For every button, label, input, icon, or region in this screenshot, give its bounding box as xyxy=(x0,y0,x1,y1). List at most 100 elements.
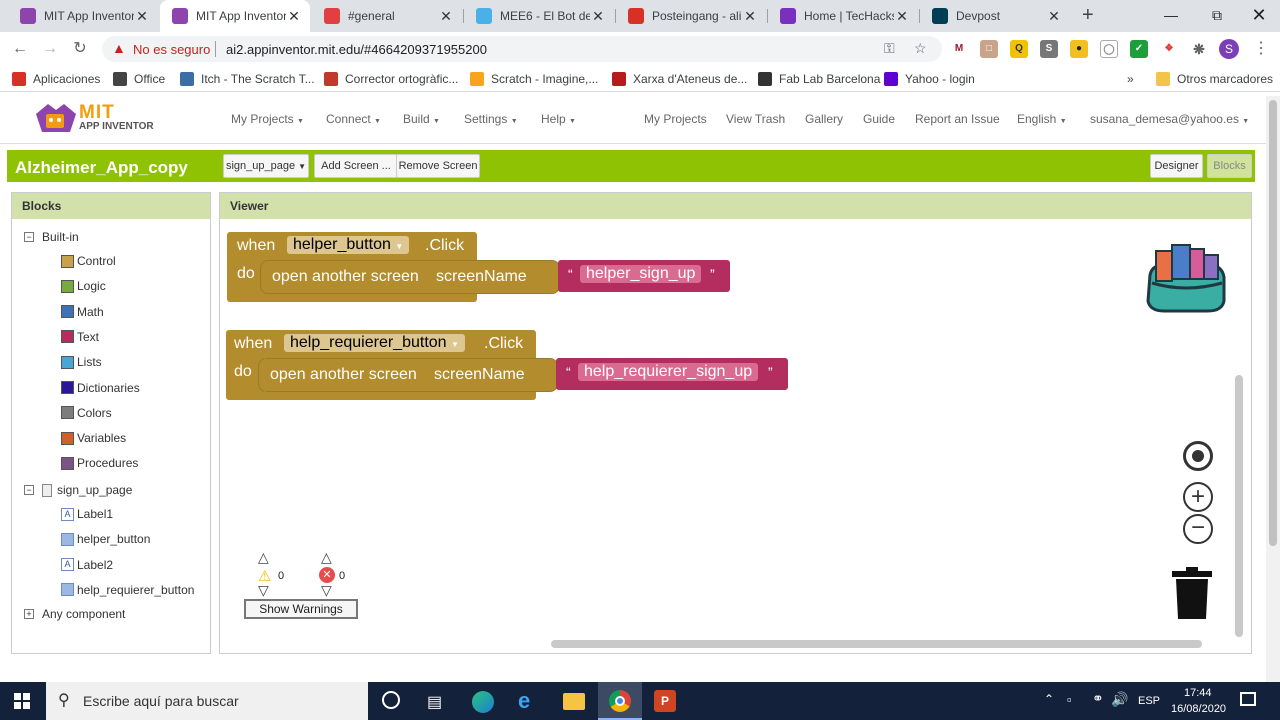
edge-icon[interactable] xyxy=(472,691,494,713)
component-dropdown[interactable]: help_requierer_button ▼ xyxy=(284,334,465,352)
component-label2[interactable]: A Label2 xyxy=(61,558,113,572)
checkmark-icon[interactable]: ✓ xyxy=(1130,40,1148,58)
forward-button[interactable]: → xyxy=(38,38,62,60)
nav-link-2[interactable]: Gallery xyxy=(805,112,843,126)
norton-icon[interactable]: ● xyxy=(1070,40,1088,58)
errors-down-arrow[interactable]: ▽ xyxy=(321,582,332,599)
browser-tab[interactable]: MEE6 - El Bot de D✕ xyxy=(464,0,614,32)
menu-help[interactable]: Help ▼ xyxy=(541,112,576,126)
other-bookmarks-folder[interactable]: Otros marcadores xyxy=(1156,71,1273,87)
recenter-icon[interactable] xyxy=(1183,441,1213,471)
horizontal-scrollbar[interactable] xyxy=(551,640,1202,648)
bookmark-item[interactable]: Xarxa d'Ateneus de... xyxy=(612,71,747,87)
close-tab-icon[interactable]: ✕ xyxy=(590,8,606,25)
remove-screen-button[interactable]: Remove Screen xyxy=(396,154,480,178)
network-icon[interactable]: ▫ xyxy=(1067,692,1072,707)
browser-tab[interactable]: MIT App Inventor ✕ xyxy=(160,0,310,32)
builtin-dictionaries[interactable]: Dictionaries xyxy=(61,381,140,395)
toggle-icon[interactable]: ❖ xyxy=(1160,40,1178,58)
nav-link-0[interactable]: My Projects xyxy=(644,112,707,126)
powerpoint-icon[interactable]: P xyxy=(654,690,676,712)
address-bar[interactable]: ▲ No es seguro ai2.appinventor.mit.edu/#… xyxy=(102,36,942,62)
browser-tab[interactable]: Posteingang - alin ✕ xyxy=(616,0,766,32)
show-warnings-button[interactable]: Show Warnings xyxy=(244,599,358,619)
profile-avatar[interactable]: S xyxy=(1219,39,1239,59)
designer-button[interactable]: Designer xyxy=(1150,154,1203,178)
security-label[interactable]: No es seguro xyxy=(133,42,210,57)
menu-my-projects[interactable]: My Projects ▼ xyxy=(231,112,304,126)
zoom-out-icon[interactable]: − xyxy=(1183,514,1213,544)
bookmark-item[interactable]: Fab Lab Barcelona xyxy=(758,71,880,87)
builtin-text[interactable]: Text xyxy=(61,330,99,344)
any-component-tree-node[interactable]: + Any component xyxy=(24,607,125,621)
file-explorer-icon[interactable] xyxy=(563,693,585,710)
component-label1[interactable]: A Label1 xyxy=(61,507,113,521)
extensions-icon[interactable]: ❋ xyxy=(1190,40,1208,58)
back-button[interactable]: ← xyxy=(8,38,32,60)
zoom-in-icon[interactable]: + xyxy=(1183,482,1213,512)
open-screen-block[interactable]: open another screen screenName xyxy=(260,260,560,294)
errors-up-arrow[interactable]: △ xyxy=(321,549,332,566)
page-scroll-thumb[interactable] xyxy=(1269,100,1277,546)
warnings-down-arrow[interactable]: ▽ xyxy=(258,582,269,599)
component-dropdown[interactable]: helper_button ▼ xyxy=(287,236,410,254)
nav-link-6[interactable]: susana_demesa@yahoo.es ▼ xyxy=(1090,112,1249,126)
more-bookmarks-button[interactable]: » xyxy=(1127,71,1134,87)
expand-icon[interactable]: + xyxy=(24,609,34,619)
bookmark-item[interactable]: Aplicaciones xyxy=(12,71,100,87)
string-value[interactable]: helper_sign_up xyxy=(580,265,702,283)
nav-link-1[interactable]: View Trash xyxy=(726,112,785,126)
close-tab-icon[interactable]: ✕ xyxy=(894,8,910,25)
bookmark-item[interactable]: Office xyxy=(113,71,165,87)
builtin-math[interactable]: Math xyxy=(61,305,104,319)
screen-tree-node[interactable]: − sign_up_page xyxy=(24,483,132,497)
ie-icon[interactable]: e xyxy=(518,688,530,714)
notifications-icon[interactable] xyxy=(1240,692,1256,706)
close-tab-icon[interactable]: ✕ xyxy=(134,8,150,25)
browser-tab[interactable]: Home | TecHacks ✕ xyxy=(768,0,918,32)
widgets-icon[interactable]: ▤ xyxy=(427,692,442,712)
browser-menu-icon[interactable]: ⋮ xyxy=(1253,38,1269,58)
taskbar-search-box[interactable]: ⚲ Escribe aquí para buscar xyxy=(46,682,368,720)
menu-settings[interactable]: Settings ▼ xyxy=(464,112,518,126)
bookmark-item[interactable]: Scratch - Imagine,... xyxy=(470,71,598,87)
component-help_requierer_button[interactable]: help_requierer_button xyxy=(61,583,194,597)
menu-build[interactable]: Build ▼ xyxy=(403,112,440,126)
warnings-up-arrow[interactable]: △ xyxy=(258,549,269,566)
volume-icon[interactable]: 🔊 xyxy=(1111,691,1128,708)
string-value[interactable]: help_requierer_sign_up xyxy=(578,363,759,381)
trash-icon[interactable] xyxy=(1170,567,1214,621)
url-text[interactable]: ai2.appinventor.mit.edu/#466420937195520… xyxy=(226,42,487,57)
close-tab-icon[interactable]: ✕ xyxy=(438,8,454,25)
wifi-icon[interactable]: ⚭ xyxy=(1092,690,1104,707)
close-tab-icon[interactable]: ✕ xyxy=(286,8,302,25)
show-hidden-icons[interactable]: ⌃ xyxy=(1044,692,1054,706)
clock-time[interactable]: 17:44 xyxy=(1184,687,1212,699)
language-indicator[interactable]: ESP xyxy=(1138,695,1160,707)
builtin-variables[interactable]: Variables xyxy=(61,431,126,445)
new-tab-button[interactable]: + xyxy=(1082,4,1094,27)
text-string-block[interactable]: “ helper_sign_up ” xyxy=(558,260,730,292)
skype-icon[interactable]: S xyxy=(1040,40,1058,58)
builtin-tree-node[interactable]: − Built-in xyxy=(24,230,79,244)
nav-link-3[interactable]: Guide xyxy=(863,112,895,126)
text-string-block[interactable]: “ help_requierer_sign_up ” xyxy=(556,358,788,390)
builtin-colors[interactable]: Colors xyxy=(61,406,112,420)
reload-button[interactable]: ↻ xyxy=(68,38,92,60)
task-view-icon[interactable] xyxy=(382,691,400,709)
close-tab-icon[interactable]: ✕ xyxy=(742,8,758,25)
component-helper_button[interactable]: helper_button xyxy=(61,532,150,546)
maximize-button[interactable]: ⧉ xyxy=(1194,0,1240,30)
clock-date[interactable]: 16/08/2020 xyxy=(1171,703,1226,715)
browser-tab[interactable]: MIT App Inventor ✕ xyxy=(8,0,158,32)
screen-select-dropdown[interactable]: sign_up_page ▼ xyxy=(223,154,309,178)
backpack-icon[interactable] xyxy=(1142,237,1232,317)
nav-link-5[interactable]: English ▼ xyxy=(1017,112,1067,126)
key-icon[interactable]: ⚿ xyxy=(884,40,895,57)
add-screen-button[interactable]: Add Screen ... xyxy=(314,154,398,178)
bookmark-star-icon[interactable]: ☆ xyxy=(914,40,927,57)
collapse-icon[interactable]: − xyxy=(24,232,34,242)
sync-icon[interactable]: ◯ xyxy=(1100,40,1118,58)
chrome-taskbar-icon[interactable] xyxy=(598,682,642,720)
browser-tab[interactable]: #general ✕ xyxy=(312,0,462,32)
